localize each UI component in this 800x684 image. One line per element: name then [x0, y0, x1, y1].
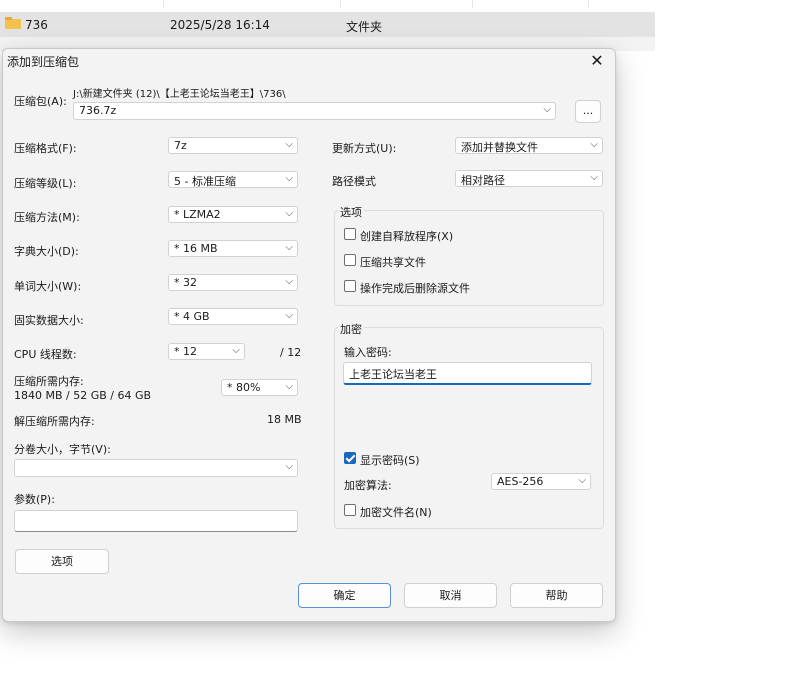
path-mode-value: 相对路径 [461, 174, 505, 187]
encrypt-names-label[interactable]: 加密文件名(N) [360, 504, 432, 520]
chevron-down-icon: ⌵ [285, 276, 293, 287]
explorer-file-name: 736 [25, 18, 48, 32]
update-value: 添加并替换文件 [461, 141, 538, 154]
folder-icon [5, 17, 21, 29]
chevron-down-icon: ⌵ [285, 173, 293, 184]
delete-after-label[interactable]: 操作完成后删除源文件 [360, 280, 470, 296]
ok-button[interactable]: 确定 [298, 583, 391, 608]
level-label: 压缩等级(L): [14, 177, 77, 190]
chevron-down-icon: ⌵ [285, 208, 293, 219]
chevron-down-icon: ⌵ [590, 172, 598, 183]
solid-label: 固实数据大小: [14, 314, 84, 327]
chevron-down-icon: ⌵ [285, 310, 293, 321]
chevron-down-icon: ⌵ [285, 461, 293, 472]
cpu-max: / 12 [280, 346, 302, 359]
close-button[interactable]: ✕ [587, 51, 607, 70]
column-separator [340, 0, 341, 8]
sfx-label[interactable]: 创建自释放程序(X) [360, 228, 453, 244]
chevron-down-icon: ⌵ [543, 104, 551, 115]
params-label: 参数(P): [14, 493, 55, 506]
archive-name-value: 736.7z [79, 104, 117, 117]
dict-value: * 16 MB [174, 242, 218, 255]
mem-percent-combo[interactable]: * 80% ⌵ [221, 379, 298, 396]
encryption-method-label: 加密算法: [344, 479, 392, 492]
format-combo[interactable]: 7z ⌵ [168, 137, 298, 154]
help-button[interactable]: 帮助 [510, 583, 603, 608]
word-label: 单词大小(W): [14, 280, 82, 293]
format-label: 压缩格式(F): [14, 142, 77, 155]
mem-decomp-label: 解压缩所需内存: [14, 415, 95, 428]
format-value: 7z [174, 139, 187, 152]
shared-label[interactable]: 压缩共享文件 [360, 254, 426, 270]
chevron-down-icon: ⌵ [232, 345, 240, 356]
chevron-down-icon: ⌵ [578, 475, 586, 486]
encryption-group-title: 加密 [338, 321, 364, 337]
column-separator [472, 0, 473, 8]
column-separator [163, 0, 164, 8]
password-input[interactable]: 上老王论坛当老王 [343, 362, 592, 385]
encryption-method-value: AES-256 [497, 475, 544, 488]
split-combo[interactable]: ⌵ [14, 459, 298, 477]
chevron-down-icon: ⌵ [285, 139, 293, 150]
word-combo[interactable]: * 32 ⌵ [168, 274, 298, 291]
mem-percent-value: * 80% [227, 381, 261, 394]
column-separator [588, 0, 589, 8]
password-label: 输入密码: [344, 346, 392, 359]
chevron-down-icon: ⌵ [285, 381, 293, 392]
encrypt-names-checkbox[interactable] [344, 504, 356, 516]
encryption-method-combo[interactable]: AES-256 ⌵ [491, 473, 591, 490]
explorer-file-type: 文件夹 [346, 20, 383, 34]
solid-value: * 4 GB [174, 310, 210, 323]
mem-comp-label: 压缩所需内存: [14, 375, 84, 388]
options-group-title: 选项 [338, 204, 364, 220]
word-value: * 32 [174, 276, 197, 289]
cancel-button[interactable]: 取消 [404, 583, 497, 608]
shared-checkbox[interactable] [344, 254, 356, 266]
level-combo[interactable]: 5 - 标准压缩 ⌵ [168, 171, 298, 188]
split-label: 分卷大小，字节(V): [14, 443, 111, 456]
chevron-down-icon: ⌵ [285, 242, 293, 253]
explorer-file-date: 2025/5/28 16:14 [170, 18, 270, 32]
sfx-checkbox[interactable] [344, 228, 356, 240]
method-combo[interactable]: * LZMA2 ⌵ [168, 206, 298, 223]
mem-decomp-value: 18 MB [267, 413, 302, 426]
browse-button[interactable]: ... [575, 100, 601, 123]
method-value: * LZMA2 [174, 208, 221, 221]
archive-name-combo[interactable]: 736.7z ⌵ [73, 102, 556, 120]
dialog-title: 添加到压缩包 [7, 55, 80, 69]
show-password-label[interactable]: 显示密码(S) [360, 452, 420, 468]
dict-combo[interactable]: * 16 MB ⌵ [168, 240, 298, 257]
show-password-checkbox[interactable] [344, 452, 356, 464]
options-button[interactable]: 选项 [15, 549, 109, 574]
level-value: 5 - 标准压缩 [174, 175, 236, 188]
archive-path: J:\新建文件夹 (12)\【上老王论坛当老王】\736\ [73, 89, 286, 100]
cpu-combo[interactable]: * 12 ⌵ [168, 343, 245, 360]
delete-after-checkbox[interactable] [344, 280, 356, 292]
add-to-archive-dialog: 添加到压缩包 ✕ 压缩包(A): J:\新建文件夹 (12)\【上老王论坛当老王… [2, 48, 616, 622]
method-label: 压缩方法(M): [14, 211, 80, 224]
path-mode-label: 路径模式 [332, 175, 376, 188]
close-icon: ✕ [590, 51, 604, 70]
archive-label: 压缩包(A): [14, 95, 67, 108]
params-input[interactable] [14, 510, 298, 532]
password-value: 上老王论坛当老王 [349, 368, 437, 381]
dict-label: 字典大小(D): [14, 245, 79, 258]
update-combo[interactable]: 添加并替换文件 ⌵ [455, 137, 603, 154]
explorer-file-row[interactable] [0, 12, 655, 37]
mem-comp-value: 1840 MB / 52 GB / 64 GB [14, 389, 152, 402]
chevron-down-icon: ⌵ [590, 139, 598, 150]
solid-combo[interactable]: * 4 GB ⌵ [168, 308, 298, 325]
cpu-label: CPU 线程数: [14, 348, 77, 361]
update-label: 更新方式(U): [332, 142, 397, 155]
path-mode-combo[interactable]: 相对路径 ⌵ [455, 170, 603, 187]
cpu-value: * 12 [174, 345, 197, 358]
